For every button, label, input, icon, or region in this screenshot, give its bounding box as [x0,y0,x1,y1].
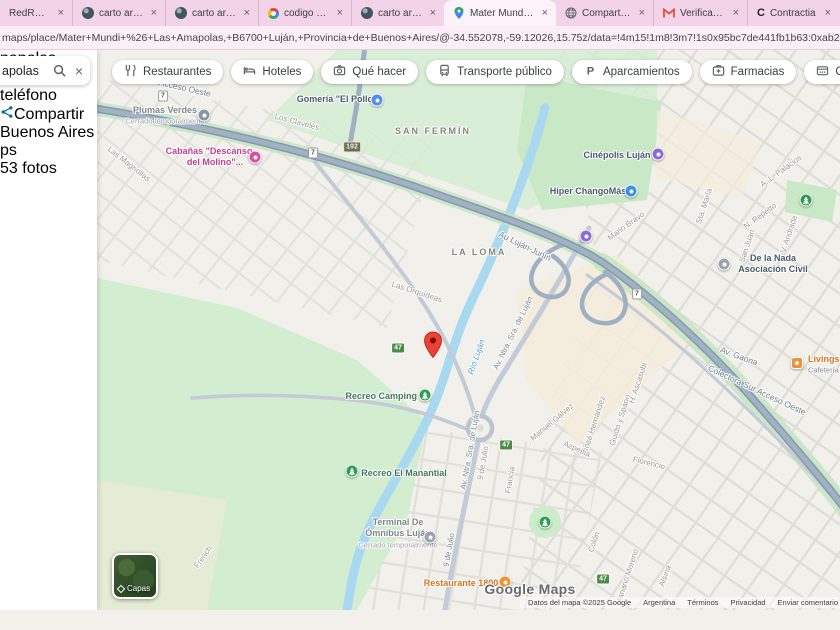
map-canvas[interactable]: Acceso OestePlumas VerdesCerrado tempora… [97,50,840,610]
cabanas-marker[interactable] [249,151,262,164]
tab-label: RedRE/MAX [9,8,51,19]
map-pin[interactable] [423,331,443,364]
attribution-link[interactable]: Argentina [643,598,675,607]
park-marker[interactable] [800,194,813,207]
hotel-marker[interactable] [198,109,211,122]
tab-label: Mater Mundi & L [470,8,535,19]
address-bar[interactable]: maps/place/Mater+Mundi+%26+Las+Amapolas,… [0,26,840,50]
browser-tab-redre-max[interactable]: RedRE/MAX × [0,0,72,26]
layers-button[interactable]: Capas [112,553,158,599]
hiper-marker[interactable] [625,185,638,198]
map-data-credit: Datos del mapa ©2025 Google [528,598,631,607]
tab-close-icon[interactable]: × [335,7,345,19]
url-text: maps/place/Mater+Mundi+%26+Las+Amapolas,… [0,32,840,44]
transit-icon [438,64,451,80]
chip-qu-hacer[interactable]: Qué hacer [321,60,418,84]
restaurante-marker[interactable] [499,576,512,589]
svg-text:P: P [587,66,595,77]
tab-label: carto arba.pdf [378,8,423,19]
livings-marker[interactable] [791,357,803,369]
browser-tab-carto-arba-pdf[interactable]: carto arba.pdf × [165,0,258,26]
maps-window: Acceso OestePlumas VerdesCerrado tempora… [0,50,840,610]
browser-tab-carto-arba-pdf[interactable]: carto arba.pdf × [72,0,165,26]
attribution-link[interactable]: Privacidad [731,598,766,607]
browser-tab-strip: RedRE/MAX × carto arba.pdf × carto arba.pdf ×… [0,0,840,26]
layers-label: Capas [127,584,150,593]
restaurant-icon [124,64,137,80]
parking-icon: P [584,64,597,80]
park-marker[interactable] [539,516,552,529]
browser-tab-contractia[interactable]: CContractia× [747,0,839,26]
chip-farmacias[interactable]: Farmacias [700,60,797,84]
layers-icon [117,584,125,592]
browser-tab-verificaci-n-docu[interactable]: Verificación Docu × [653,0,747,26]
tab-close-icon[interactable]: × [56,7,66,19]
route-shield-47: 47 [596,574,610,585]
camping-marker[interactable] [419,389,432,402]
chip-aparcamientos[interactable]: P Aparcamientos [572,60,692,84]
pharmacy-icon [712,64,725,80]
gomeria-marker[interactable] [371,94,384,107]
tab-label: Compartir en Wh [582,8,632,19]
route-shield-192: 192 [343,142,361,153]
tab-close-icon[interactable]: × [540,7,550,19]
terminal-marker[interactable] [424,531,437,544]
tab-close-icon[interactable]: × [428,7,438,19]
tab-close-icon[interactable]: × [149,7,159,19]
browser-tab-codigo-postal-de[interactable]: codigo postal de × [258,0,351,26]
tab-close-icon[interactable]: × [823,7,833,19]
category-chip-bar: Restaurantes Hoteles Qué hacer Transporte p… [112,60,840,84]
route-shield-7: 7 [158,91,168,102]
chip-cajeros-autom-ticos[interactable]: Cajeros automáticos [804,60,840,84]
chip-label: Transporte público [457,66,552,78]
chip-transporte-p-blico[interactable]: Transporte público [426,60,564,84]
tab-label: carto arba.pdf [192,8,237,19]
attribution-link[interactable]: Términos [687,598,718,607]
browser-tab-carto-arba-pdf[interactable]: carto arba.pdf × [351,0,444,26]
browser-tab-mater-mundi-l[interactable]: Mater Mundi & L × [444,0,556,26]
search-icon[interactable] [48,64,71,77]
chip-label: Cajeros automáticos [835,66,840,78]
asociacion-marker[interactable] [718,258,731,271]
map-attribution: Datos del mapa ©2025 Google Argentina Térm… [520,597,840,608]
tab-label: Contractia [770,8,818,19]
chip-hoteles[interactable]: Hoteles [231,60,313,84]
desktop-screen: RedRE/MAX × carto arba.pdf × carto arba.pdf ×… [0,0,840,630]
tab-label: carto arba.pdf [99,8,144,19]
place-photo[interactable] [0,90,97,186]
browser-tab-compartir-en-wh[interactable]: Compartir en Wh × [556,0,653,26]
search-value: apolas [0,64,48,78]
route-shield-7: 7 [308,148,318,159]
chip-label: Qué hacer [352,66,406,78]
tab-close-icon[interactable]: × [731,7,741,19]
attribution-link[interactable]: Enviar comentario [778,598,838,607]
atm-icon [816,64,829,80]
attraction-marker[interactable] [580,230,593,243]
cinepolis-marker[interactable] [652,148,665,161]
search-input[interactable]: apolas × [0,56,90,85]
tab-label: Verificación Docu [680,8,726,19]
route-shield-47: 47 [499,440,513,451]
tab-close-icon[interactable]: × [242,7,252,19]
chip-label: Farmacias [731,66,785,78]
tab-close-icon[interactable]: × [637,7,647,19]
manantial-marker[interactable] [346,465,359,478]
chip-restaurantes[interactable]: Restaurantes [112,60,223,84]
chip-label: Aparcamientos [603,66,680,78]
hotel-icon [243,64,256,80]
chip-label: Hoteles [262,66,301,78]
chip-label: Restaurantes [143,66,211,78]
camera-icon [333,64,346,80]
place-panel: apolas × napolas Enviar al teléfonoCompa… [0,50,97,610]
route-shield-7: 7 [632,289,642,300]
route-shield-47: 47 [391,343,405,354]
map-graphics [97,50,840,610]
search-clear-icon[interactable]: × [71,63,90,79]
tab-label: codigo postal de [284,8,330,19]
